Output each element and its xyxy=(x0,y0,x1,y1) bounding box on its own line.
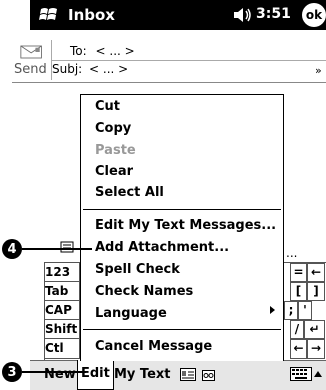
key-shift[interactable]: Shift xyxy=(44,320,80,339)
menu-item-cancel-message[interactable]: Cancel Message xyxy=(95,339,212,354)
triangle-right-icon xyxy=(270,306,275,314)
callout-marker-3: 3 xyxy=(2,362,22,382)
key-label: ← xyxy=(310,265,322,279)
chevron-down-icon[interactable]: » xyxy=(315,64,322,77)
subject-value: < ... > xyxy=(89,62,129,76)
keyboard-icon[interactable] xyxy=(290,366,312,382)
key-label: 123 xyxy=(45,265,71,279)
menu-separator xyxy=(83,209,281,210)
key-label: ' xyxy=(303,303,307,317)
subject-field[interactable]: Subj: < ... > xyxy=(52,62,128,76)
menu-separator xyxy=(83,329,281,330)
windows-flag-icon[interactable] xyxy=(38,4,60,26)
key-label: ; xyxy=(288,303,294,317)
body-divider xyxy=(12,82,326,83)
callout-marker-4: 4 xyxy=(2,239,22,259)
key-label: Tab xyxy=(45,284,69,298)
menu-item-check-names[interactable]: Check Names xyxy=(95,284,193,299)
recorder-icon[interactable] xyxy=(202,370,215,381)
my-text-menu[interactable]: My Text xyxy=(114,367,171,382)
key-label: ↵ xyxy=(309,322,320,336)
chevron-up-icon[interactable] xyxy=(314,371,322,377)
envelope-send-icon xyxy=(20,45,42,59)
menu-item-add-attachment[interactable]: Add Attachment... xyxy=(95,240,229,255)
send-label: Send xyxy=(14,62,47,77)
key-label: = xyxy=(293,265,304,279)
menu-item-select-all[interactable]: Select All xyxy=(95,185,164,200)
key-enter[interactable]: ↵ xyxy=(304,320,325,339)
key-right[interactable]: → xyxy=(307,339,325,359)
more-indicator: ... xyxy=(286,246,298,260)
field-divider xyxy=(51,60,326,61)
key-cap[interactable]: CAP xyxy=(44,301,80,320)
send-button[interactable]: Send xyxy=(14,42,50,80)
key-label: [ xyxy=(295,284,302,298)
to-field[interactable]: To: < ... > xyxy=(70,44,135,58)
key-label: ← xyxy=(293,341,304,355)
address-card-icon[interactable] xyxy=(180,368,196,381)
callout-line-3 xyxy=(22,371,86,373)
key-123[interactable]: 123 xyxy=(44,263,80,282)
key-label: Shift xyxy=(45,322,78,336)
clock[interactable]: 3:51 xyxy=(256,6,291,22)
key-label: ] xyxy=(313,284,319,298)
key-ctl[interactable]: Ctl xyxy=(44,339,80,359)
subject-label: Subj: xyxy=(52,62,83,76)
edit-menu[interactable]: Edit xyxy=(77,360,114,390)
ok-button[interactable]: ok xyxy=(302,3,326,27)
menu-item-cut[interactable]: Cut xyxy=(95,99,120,114)
app-title: Inbox xyxy=(68,6,115,24)
to-value: < ... > xyxy=(95,44,135,58)
speaker-icon[interactable] xyxy=(233,7,253,23)
menu-item-edit-my-text[interactable]: Edit My Text Messages... xyxy=(95,218,276,233)
key-backspace[interactable]: ← xyxy=(307,263,325,282)
key-semicolon[interactable]: ; xyxy=(284,301,298,320)
key-quote[interactable]: ' xyxy=(298,301,312,320)
menu-item-paste: Paste xyxy=(95,143,136,158)
key-slash[interactable]: / xyxy=(290,320,304,339)
menu-item-copy[interactable]: Copy xyxy=(95,121,131,136)
key-tab[interactable]: Tab xyxy=(44,282,80,301)
key-left[interactable]: ← xyxy=(290,339,307,359)
key-equals[interactable]: = xyxy=(290,263,307,282)
key-label: / xyxy=(294,322,300,336)
key-close-bracket[interactable]: ] xyxy=(307,282,325,301)
key-open-bracket[interactable]: [ xyxy=(290,282,307,301)
paperclip-icon xyxy=(60,241,74,253)
to-label: To: xyxy=(70,44,87,58)
menu-item-clear[interactable]: Clear xyxy=(95,164,133,179)
key-label: → xyxy=(310,341,322,355)
edit-context-menu: Cut Copy Paste Clear Select All Edit My … xyxy=(80,94,284,361)
key-label: Ctl xyxy=(45,341,64,355)
callout-line-4 xyxy=(22,248,92,250)
new-menu[interactable]: New xyxy=(44,367,76,382)
key-label: CAP xyxy=(45,303,72,317)
menu-item-language[interactable]: Language xyxy=(95,306,167,321)
menu-item-spell-check[interactable]: Spell Check xyxy=(95,262,180,277)
